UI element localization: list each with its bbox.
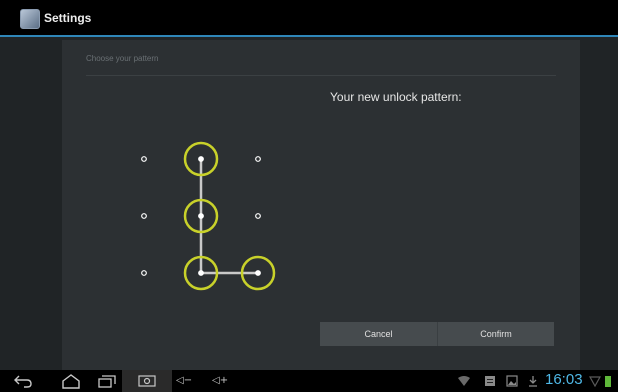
pattern-dot-3[interactable] bbox=[255, 156, 261, 162]
wifi-icon bbox=[458, 376, 470, 386]
unlock-pattern-grid[interactable] bbox=[62, 40, 580, 370]
notification-icon[interactable] bbox=[484, 375, 496, 387]
home-icon[interactable] bbox=[60, 372, 82, 390]
status-clock: 16:03 bbox=[545, 371, 583, 388]
button-bar: Cancel Confirm bbox=[320, 322, 554, 346]
back-icon[interactable] bbox=[12, 372, 34, 390]
battery-icon bbox=[605, 376, 611, 387]
pattern-lines bbox=[199, 157, 260, 275]
recent-apps-icon[interactable] bbox=[96, 372, 118, 390]
title-bar: Settings bbox=[0, 0, 618, 37]
pattern-dots bbox=[141, 141, 276, 291]
pattern-dot-1[interactable] bbox=[141, 156, 147, 162]
screenshot-icon bbox=[138, 375, 156, 387]
signal-icon bbox=[589, 376, 601, 387]
pattern-dot-6[interactable] bbox=[255, 213, 261, 219]
pattern-dot-7[interactable] bbox=[141, 270, 147, 276]
content-area: Choose your pattern Your new unlock patt… bbox=[0, 37, 618, 370]
image-icon[interactable] bbox=[506, 375, 518, 387]
app-title: Settings bbox=[44, 11, 92, 25]
volume-up-button[interactable]: ◁+ bbox=[212, 372, 228, 390]
cancel-button[interactable]: Cancel bbox=[320, 322, 437, 346]
download-icon[interactable] bbox=[528, 375, 538, 387]
pattern-dot-4[interactable] bbox=[141, 213, 147, 219]
screenshot-button[interactable] bbox=[122, 370, 172, 392]
volume-down-button[interactable]: ◁− bbox=[176, 372, 192, 390]
confirm-button[interactable]: Confirm bbox=[437, 322, 554, 346]
navigation-bar: ◁− ◁+ 16:03 bbox=[0, 370, 618, 392]
pattern-panel: Choose your pattern Your new unlock patt… bbox=[62, 40, 580, 370]
settings-app-icon[interactable] bbox=[20, 9, 40, 29]
